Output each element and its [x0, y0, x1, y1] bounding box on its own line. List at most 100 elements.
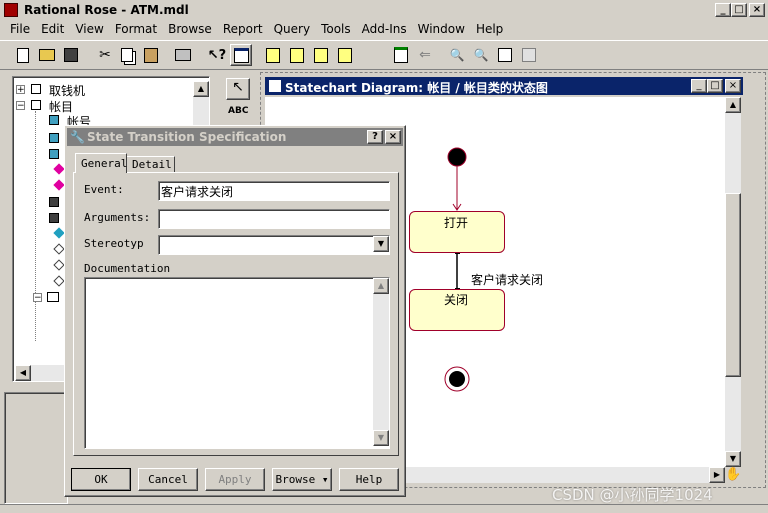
documentation-label: Documentation [84, 262, 171, 275]
menu-bar: File Edit View Format Browse Report Quer… [10, 22, 750, 38]
open-folder-icon[interactable] [36, 44, 58, 66]
diagram-scrollbar-vertical[interactable]: ▲ ▼ [725, 97, 741, 467]
pan-hand-icon[interactable]: ✋ [725, 467, 741, 483]
event-field[interactable]: 客户请求关闭 [158, 181, 390, 201]
ok-button[interactable]: OK [71, 468, 131, 491]
tab-general-label: General [81, 157, 128, 170]
tree-expand-icon[interactable]: + [16, 85, 25, 95]
browse-button[interactable]: Browse ▾ [272, 468, 332, 491]
maximize-button[interactable]: □ [731, 3, 747, 17]
menu-help[interactable]: Help [476, 22, 503, 38]
state-open[interactable]: 打开 [409, 211, 505, 253]
undo-fit-icon[interactable] [518, 44, 540, 66]
cut-icon[interactable]: ✂ [94, 44, 116, 66]
new-file-icon[interactable] [12, 44, 34, 66]
tab-general[interactable]: General [75, 153, 127, 173]
menu-window[interactable]: Window [418, 22, 465, 38]
dialog-close-button[interactable]: × [385, 130, 401, 144]
fit-window-icon[interactable] [494, 44, 516, 66]
close-button[interactable]: × [749, 3, 765, 17]
tree-item-atm[interactable]: 取钱机 [49, 82, 85, 99]
print-icon[interactable] [172, 44, 194, 66]
menu-format[interactable]: Format [115, 22, 157, 38]
help-button[interactable]: Help [339, 468, 399, 491]
scroll-up-button[interactable]: ▲ [193, 81, 209, 97]
class-icon [49, 115, 59, 125]
transition-label[interactable]: 客户请求关闭 [471, 271, 543, 288]
lock-icon [49, 213, 59, 223]
copy-icon[interactable] [116, 44, 138, 66]
scroll-left-button[interactable]: ◀ [15, 365, 31, 381]
operation-icon [53, 243, 65, 255]
menu-browse[interactable]: Browse [168, 22, 212, 38]
stereotype-select[interactable]: ▼ [158, 235, 390, 255]
initial-state-icon[interactable] [447, 147, 467, 167]
view-doc-icon[interactable] [230, 44, 252, 66]
event-value: 客户请求关闭 [161, 185, 234, 199]
paste-icon[interactable] [140, 44, 162, 66]
cancel-button[interactable]: Cancel [138, 468, 198, 491]
zoom-out-icon[interactable]: 🔍 [470, 44, 492, 66]
operation-icon [53, 259, 65, 271]
dialog-help-button[interactable]: ? [367, 130, 383, 144]
lock-icon [49, 197, 59, 207]
scroll-down-button[interactable]: ▼ [725, 451, 741, 467]
event-label: Event: [84, 183, 124, 196]
tab-detail[interactable]: Detail [127, 156, 175, 173]
scroll-up-button[interactable]: ▲ [725, 97, 741, 113]
watermark: CSDN @小孙同学1024 [552, 486, 713, 504]
browse-previous-icon[interactable]: ⇐ [414, 44, 436, 66]
browse-parent-icon[interactable] [390, 44, 412, 66]
documentation-window[interactable] [4, 392, 68, 504]
save-icon[interactable] [60, 44, 82, 66]
tab-detail-label: Detail [132, 158, 172, 171]
scroll-down-button[interactable]: ▼ [373, 430, 389, 446]
browse-component-icon[interactable] [310, 44, 332, 66]
menu-addins[interactable]: Add-Ins [362, 22, 407, 38]
diagram-close-button[interactable]: × [725, 79, 741, 93]
menu-report[interactable]: Report [223, 22, 263, 38]
context-help-icon[interactable]: ↖? [206, 44, 228, 66]
browse-class-icon[interactable] [262, 44, 284, 66]
menu-edit[interactable]: Edit [41, 22, 64, 38]
selection-tool-icon[interactable]: ↖ [226, 78, 250, 100]
menu-view[interactable]: View [75, 22, 103, 38]
status-bar [0, 504, 768, 513]
diagram-title-bar: Statechart Diagram: 帐目 / 帐目类的状态图 [265, 77, 743, 95]
diagram-maximize-button[interactable]: □ [707, 79, 723, 93]
state-close[interactable]: 关闭 [409, 289, 505, 331]
state-open-label: 打开 [444, 216, 469, 230]
diagram-title: Statechart Diagram: 帐目 / 帐目类的状态图 [285, 81, 548, 95]
class-icon [49, 149, 59, 159]
tree-collapse-icon[interactable]: − [16, 101, 25, 111]
scroll-up-button[interactable]: ▲ [373, 278, 389, 294]
operation-icon [53, 179, 65, 191]
class-icon [49, 133, 59, 143]
arguments-label: Arguments: [84, 211, 151, 224]
minimize-button[interactable]: _ [715, 3, 731, 17]
diagram-minimize-button[interactable]: _ [691, 79, 707, 93]
operation-icon [53, 227, 65, 239]
chevron-down-icon[interactable]: ▼ [373, 236, 389, 252]
diagram-icon [47, 292, 59, 302]
browse-deployment-icon[interactable] [334, 44, 356, 66]
browse-interaction-icon[interactable] [286, 44, 308, 66]
arguments-field[interactable] [158, 209, 390, 229]
menu-tools[interactable]: Tools [321, 22, 351, 38]
final-state-inner-icon [449, 371, 465, 387]
dialog-title-bar: 🔧 State Transition Specification [67, 128, 403, 146]
text-tool-icon[interactable]: ABC [228, 106, 252, 116]
doc-scrollbar[interactable]: ▲ ▼ [373, 278, 389, 446]
scroll-right-button[interactable]: ▶ [709, 467, 725, 483]
scroll-thumb[interactable] [725, 193, 741, 377]
documentation-textarea[interactable]: ▲ ▼ [84, 277, 390, 449]
wrench-icon: 🔧 [70, 130, 85, 144]
zoom-in-icon[interactable]: 🔍 [446, 44, 468, 66]
operation-icon [53, 275, 65, 287]
dialog-title: State Transition Specification [87, 130, 287, 144]
operation-icon [53, 163, 65, 175]
apply-button[interactable]: Apply [205, 468, 265, 491]
menu-file[interactable]: File [10, 22, 30, 38]
tree-collapse-icon[interactable]: − [33, 293, 42, 303]
menu-query[interactable]: Query [274, 22, 310, 38]
